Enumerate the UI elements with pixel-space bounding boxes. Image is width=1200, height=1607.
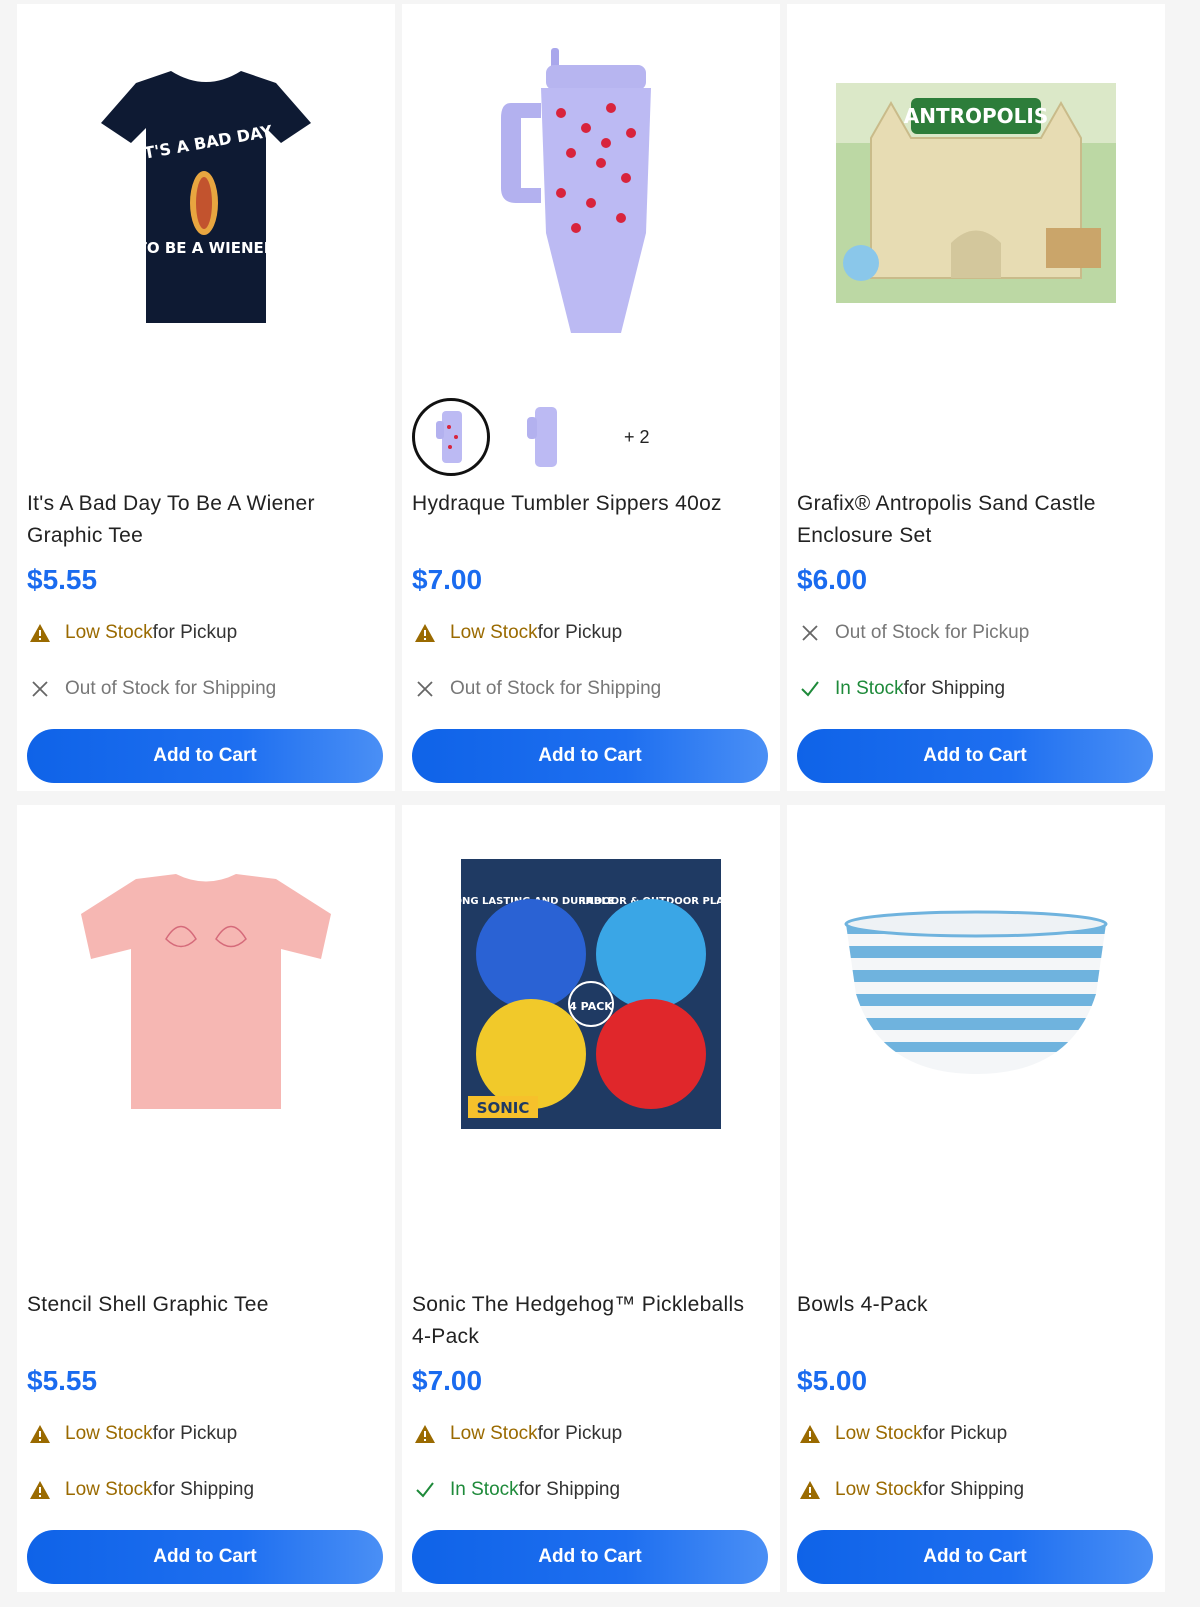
more-thumbnails-count[interactable]: + 2 <box>624 427 650 448</box>
check-icon <box>412 1477 438 1503</box>
box-brand-text: ANTROPOLIS <box>904 104 1049 128</box>
product-card[interactable]: IT'S A BAD DAY TO BE A WIENER It's A Bad… <box>17 4 395 791</box>
shipping-availability: In Stock for Shipping <box>797 675 1005 703</box>
x-icon <box>797 620 823 646</box>
warning-icon <box>27 1421 53 1447</box>
shipping-status: Out of Stock for Shipping <box>65 678 277 699</box>
add-to-cart-button[interactable]: Add to Cart <box>412 729 768 783</box>
warning-icon <box>412 1421 438 1447</box>
product-title[interactable]: Sonic The Hedgehog™ Pickleballs 4-Pack <box>412 1289 768 1353</box>
pickup-status: Low Stock <box>835 1423 923 1444</box>
add-to-cart-button[interactable]: Add to Cart <box>27 729 383 783</box>
pickup-suffix: for Pickup <box>922 1423 1008 1444</box>
pickup-availability: Low Stock for Pickup <box>412 619 622 647</box>
product-card[interactable]: Stencil Shell Graphic Tee $5.55 Low Stoc… <box>17 805 395 1592</box>
product-price: $5.55 <box>27 1365 98 1396</box>
shipping-availability: In Stock for Shipping <box>412 1476 620 1504</box>
product-card[interactable]: ANTROPOLIS Grafix® Antropolis Sand Castl… <box>787 4 1165 791</box>
product-image[interactable]: LONG LASTING AND DURABLE INDOOR & OUTDOO… <box>402 805 780 1183</box>
product-price: $7.00 <box>412 564 483 595</box>
add-to-cart-button[interactable]: Add to Cart <box>412 1530 768 1584</box>
product-card[interactable]: + 2 Hydraque Tumbler Sippers 40oz $7.00 … <box>402 4 780 791</box>
pickup-availability: Low Stock for Pickup <box>27 619 237 647</box>
product-image[interactable]: IT'S A BAD DAY TO BE A WIENER <box>17 4 395 382</box>
product-card[interactable]: LONG LASTING AND DURABLE INDOOR & OUTDOO… <box>402 805 780 1592</box>
check-icon <box>797 676 823 702</box>
warning-icon <box>797 1421 823 1447</box>
pickup-suffix: for Pickup <box>537 622 623 643</box>
thumbnail[interactable] <box>504 398 582 476</box>
pickup-status: Low Stock <box>450 1423 538 1444</box>
product-title[interactable]: It's A Bad Day To Be A Wiener Graphic Te… <box>27 488 383 552</box>
product-price: $7.00 <box>412 1365 483 1396</box>
warning-icon <box>27 620 53 646</box>
shipping-status: Low Stock <box>65 1479 153 1500</box>
product-grid: IT'S A BAD DAY TO BE A WIENER It's A Bad… <box>0 0 1200 1607</box>
product-price: $6.00 <box>797 564 868 595</box>
shipping-suffix: for Shipping <box>922 1479 1025 1500</box>
shipping-status: Out of Stock for Shipping <box>450 678 662 699</box>
shipping-availability: Low Stock for Shipping <box>797 1476 1024 1504</box>
box-pack-text: 4 PACK <box>569 1000 613 1013</box>
shipping-suffix: for Shipping <box>903 678 1006 699</box>
product-image[interactable] <box>402 4 780 382</box>
shipping-suffix: for Shipping <box>152 1479 255 1500</box>
product-image[interactable] <box>17 805 395 1183</box>
pickup-status: Low Stock <box>450 622 538 643</box>
image-thumbnails: + 2 <box>412 396 650 478</box>
x-icon <box>412 676 438 702</box>
add-to-cart-button[interactable]: Add to Cart <box>27 1530 383 1584</box>
product-title[interactable]: Stencil Shell Graphic Tee <box>27 1289 383 1321</box>
pickup-suffix: for Pickup <box>537 1423 623 1444</box>
product-title[interactable]: Grafix® Antropolis Sand Castle Enclosure… <box>797 488 1153 552</box>
product-image[interactable]: ANTROPOLIS <box>787 4 1165 382</box>
add-to-cart-button[interactable]: Add to Cart <box>797 729 1153 783</box>
shipping-suffix: for Shipping <box>518 1479 621 1500</box>
product-image[interactable] <box>787 805 1165 1183</box>
product-title[interactable]: Bowls 4-Pack <box>797 1289 1153 1321</box>
shipping-availability: Out of Stock for Shipping <box>27 675 276 703</box>
shipping-status: In Stock <box>450 1479 519 1500</box>
pickup-status: Low Stock <box>65 1423 153 1444</box>
add-to-cart-button[interactable]: Add to Cart <box>797 1530 1153 1584</box>
x-icon <box>27 676 53 702</box>
pickup-availability: Low Stock for Pickup <box>412 1420 622 1448</box>
product-title[interactable]: Hydraque Tumbler Sippers 40oz <box>412 488 768 520</box>
box-brand-text: SONIC <box>477 1099 530 1117</box>
warning-icon <box>27 1477 53 1503</box>
pickup-status: Out of Stock for Pickup <box>835 622 1030 643</box>
pickup-suffix: for Pickup <box>152 1423 238 1444</box>
product-price: $5.00 <box>797 1365 868 1396</box>
warning-icon <box>797 1477 823 1503</box>
product-card[interactable]: Bowls 4-Pack $5.00 Low Stock for Pickup … <box>787 805 1165 1592</box>
shipping-status: In Stock <box>835 678 904 699</box>
warning-icon <box>412 620 438 646</box>
pickup-status: Low Stock <box>65 622 153 643</box>
shipping-availability: Low Stock for Shipping <box>27 1476 254 1504</box>
shipping-availability: Out of Stock for Shipping <box>412 675 661 703</box>
pickup-availability: Low Stock for Pickup <box>27 1420 237 1448</box>
product-price: $5.55 <box>27 564 98 595</box>
thumbnail-selected[interactable] <box>412 398 490 476</box>
pickup-suffix: for Pickup <box>152 622 238 643</box>
shirt-text-bottom: TO BE A WIENER <box>137 239 276 257</box>
pickup-availability: Out of Stock for Pickup <box>797 619 1029 647</box>
shipping-status: Low Stock <box>835 1479 923 1500</box>
pickup-availability: Low Stock for Pickup <box>797 1420 1007 1448</box>
